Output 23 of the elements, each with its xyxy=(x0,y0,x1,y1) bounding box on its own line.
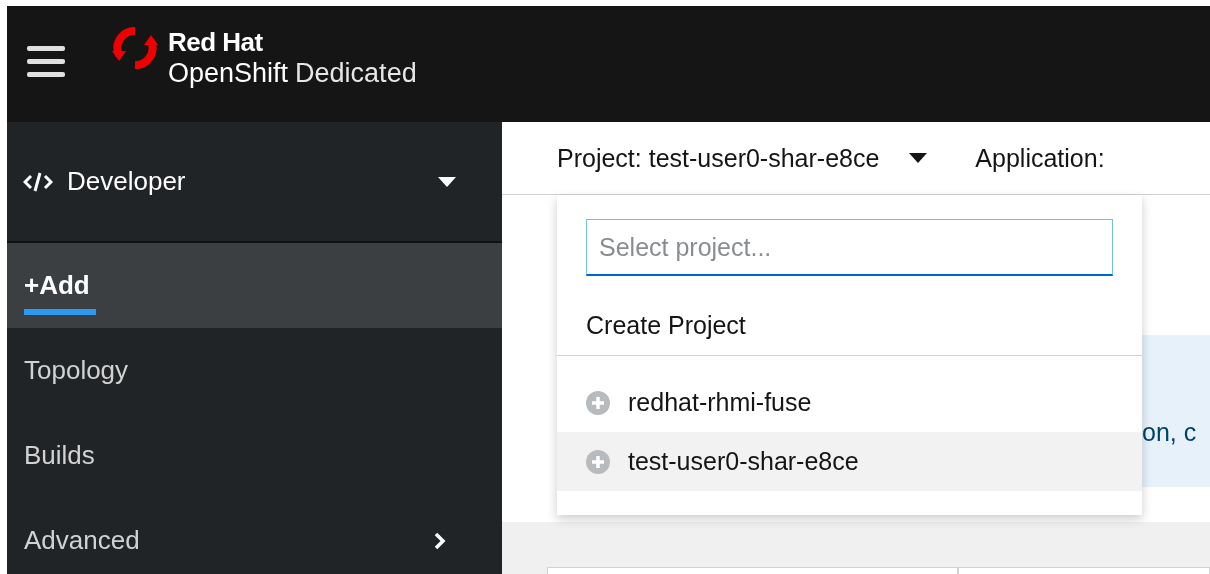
create-project-item[interactable]: Create Project xyxy=(557,276,1142,356)
chevron-right-icon xyxy=(434,531,446,550)
caret-icon xyxy=(909,153,928,163)
product-edition: Dedicated xyxy=(295,57,417,89)
menu-icon[interactable] xyxy=(27,44,65,78)
project-item[interactable]: test-user0-shar-e8ce xyxy=(557,432,1142,491)
plus-circle-icon xyxy=(586,390,610,415)
application-label[interactable]: Application: xyxy=(975,143,1105,173)
project-item[interactable]: redhat-rhmi-fuse xyxy=(557,373,1142,432)
logo-icon xyxy=(110,27,160,69)
nav-item[interactable]: Advanced xyxy=(7,498,502,574)
active-indicator xyxy=(24,309,96,315)
code-icon xyxy=(23,171,53,192)
caret-icon xyxy=(438,176,456,187)
brand-name: Red Hat xyxy=(168,27,264,57)
product-name: OpenShift xyxy=(168,57,289,89)
nav-item[interactable]: Topology xyxy=(7,328,502,413)
project-dropdown[interactable]: Project: test-user0-shar-e8ce xyxy=(557,143,928,173)
nav-item[interactable]: Builds xyxy=(7,413,502,498)
info-alert: on, c xyxy=(1142,335,1210,487)
plus-circle-icon xyxy=(586,449,610,474)
nav-item[interactable]: +Add xyxy=(7,243,502,328)
search-field[interactable]: Select project... xyxy=(586,219,1113,276)
